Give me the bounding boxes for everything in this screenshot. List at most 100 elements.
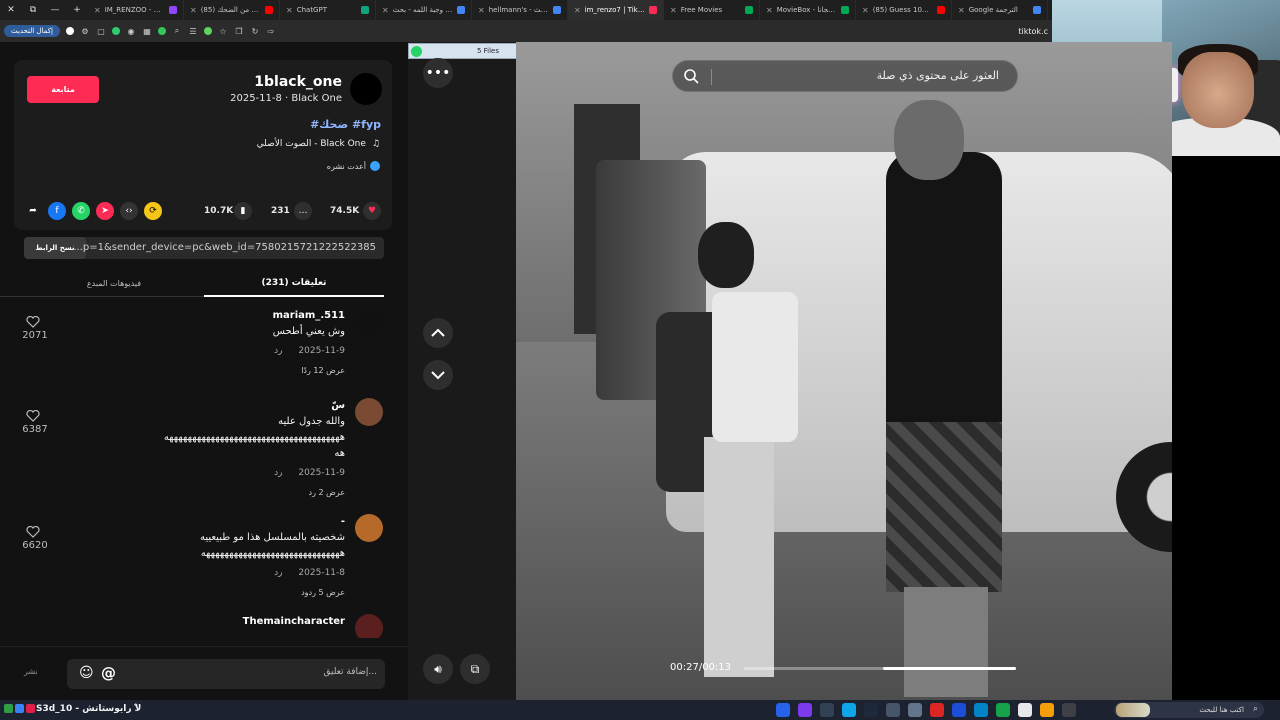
- emoji-icon[interactable]: ☺: [79, 665, 94, 681]
- app-icon[interactable]: [798, 703, 812, 717]
- browser-tab[interactable]: ✕ Free Movies: [664, 0, 760, 20]
- related-search-bar[interactable]: العثور على محتوى ذي صلة: [672, 60, 1018, 92]
- extension-green-icon[interactable]: [111, 27, 120, 35]
- tab-close-icon[interactable]: ✕: [862, 6, 869, 15]
- tab-close-icon[interactable]: ✕: [286, 6, 293, 15]
- copy-icon[interactable]: ❐: [234, 26, 244, 36]
- refresh-icon[interactable]: ↻: [250, 26, 260, 36]
- commenter-avatar[interactable]: [355, 308, 383, 336]
- telegram-icon[interactable]: ➤: [96, 202, 114, 220]
- mention-icon[interactable]: @: [101, 664, 116, 682]
- app-icon[interactable]: [15, 704, 24, 713]
- more-options-icon[interactable]: •••: [423, 58, 453, 88]
- browser-tab[interactable]: ✕ ChatGPT: [280, 0, 376, 20]
- back-icon[interactable]: ⇨: [266, 26, 276, 36]
- window-minimize-icon[interactable]: —: [44, 5, 66, 15]
- browser-tab[interactable]: ✕hellmann's - بحث Goog: [472, 0, 568, 20]
- tab-close-icon[interactable]: ✕: [766, 6, 773, 15]
- repost-icon[interactable]: ⟳: [144, 202, 162, 220]
- browser-tab[interactable]: ✕كتاكي وجبة اللمه - بحث: [376, 0, 472, 20]
- task-view-icon[interactable]: [1062, 703, 1076, 717]
- steam-icon[interactable]: [864, 703, 878, 717]
- commenter-name[interactable]: سّ: [331, 400, 345, 411]
- tab-creator-videos[interactable]: فيديوهات المبدع: [24, 270, 204, 297]
- tab-close-icon[interactable]: ✕: [382, 6, 389, 15]
- browser-tab[interactable]: ✕(85) Guess 101 Movies: [856, 0, 952, 20]
- taskbar-search[interactable]: اكتب هنا للبحث ⌕: [1114, 702, 1264, 718]
- post-comment-button[interactable]: نشر: [24, 667, 38, 676]
- author-avatar[interactable]: [350, 73, 382, 105]
- update-button[interactable]: إكمال التحديث: [4, 25, 60, 37]
- comment-input[interactable]: ☺ @ إضافة تعليق...: [67, 659, 385, 689]
- heart-outline-icon[interactable]: [26, 316, 40, 328]
- tab-close-icon[interactable]: ✕: [478, 6, 485, 15]
- video-progress-bar[interactable]: [744, 667, 1016, 670]
- embed-icon[interactable]: ‹›: [120, 202, 138, 220]
- profile-icon[interactable]: [65, 27, 74, 35]
- follow-button[interactable]: متابعة: [27, 76, 99, 103]
- commenter-name[interactable]: Themaincharacter: [243, 616, 345, 627]
- extension-icon[interactable]: ⚙: [80, 26, 90, 36]
- chevron-up-icon[interactable]: ⌃: [132, 703, 140, 713]
- address-bar[interactable]: tiktok.c: [1018, 27, 1048, 36]
- window-close-icon[interactable]: ✕: [0, 5, 22, 15]
- share-arrow-icon[interactable]: ➦: [24, 202, 42, 220]
- view-replies-button[interactable]: عرض 2 رد: [309, 488, 345, 497]
- search-icon[interactable]: ⌕: [172, 26, 182, 36]
- commenter-avatar[interactable]: [355, 514, 383, 542]
- music-row[interactable]: الصوت الأصلي - Black One ♫: [257, 139, 380, 149]
- browser-tab[interactable]: ✕MovieBox - مسلسلات مجانا: [760, 0, 856, 20]
- heart-outline-icon[interactable]: [26, 526, 40, 538]
- hashtags[interactable]: #ضحك #fyp: [310, 118, 381, 131]
- chrome-icon[interactable]: [996, 703, 1010, 717]
- reader-icon[interactable]: ☰: [188, 26, 198, 36]
- tab-close-icon[interactable]: ✕: [958, 6, 965, 15]
- commenter-name[interactable]: mariam_.511: [273, 310, 345, 321]
- heart-outline-icon[interactable]: [26, 410, 40, 422]
- whatsapp-icon[interactable]: ✆: [72, 202, 90, 220]
- browser-tab[interactable]: ✕ Google الترجمة: [952, 0, 1048, 20]
- star-icon[interactable]: ☆: [218, 26, 228, 36]
- view-replies-button[interactable]: عرض 12 ردًا: [301, 366, 345, 375]
- browser-tab[interactable]: ✕IM_RENZOO - Watch: [88, 0, 184, 20]
- extension-blue-icon[interactable]: ◉: [126, 26, 136, 36]
- app-icon[interactable]: [26, 704, 35, 713]
- video-player[interactable]: العثور على محتوى ذي صلة 00:27/00:13: [516, 42, 1172, 700]
- previous-video-button[interactable]: [423, 318, 453, 348]
- app-icon[interactable]: [974, 703, 988, 717]
- browser-tab[interactable]: ✕(85) ساعة من الضحك: [184, 0, 280, 20]
- folder-icon[interactable]: [1040, 703, 1054, 717]
- author-name[interactable]: 1black_one: [254, 74, 342, 90]
- tab-icon[interactable]: ▢: [96, 26, 106, 36]
- app-icon[interactable]: [1018, 703, 1032, 717]
- bookmark-icon[interactable]: ▮: [234, 202, 252, 220]
- app-icon[interactable]: [930, 703, 944, 717]
- taskbar-window-title[interactable]: S3d_10 - لا رايوستاتش: [36, 704, 141, 714]
- gear-icon[interactable]: [886, 703, 900, 717]
- browser-tab[interactable]: ✕ im_renzo7 | TikTok: [568, 0, 664, 20]
- app-icon[interactable]: [842, 703, 856, 717]
- app-icon[interactable]: [4, 704, 13, 713]
- battery-icon[interactable]: [203, 27, 212, 35]
- reply-button[interactable]: رد: [274, 468, 282, 478]
- app-icon[interactable]: [908, 703, 922, 717]
- comment-icon[interactable]: …: [294, 202, 312, 220]
- commenter-avatar[interactable]: [355, 614, 383, 638]
- next-video-button[interactable]: [423, 360, 453, 390]
- view-replies-button[interactable]: عرض 5 ردود: [301, 588, 345, 597]
- facebook-icon[interactable]: f: [48, 202, 66, 220]
- heart-icon[interactable]: ♥: [363, 202, 381, 220]
- tab-close-icon[interactable]: ✕: [190, 6, 197, 15]
- tab-comments[interactable]: تعليقات (231): [204, 270, 384, 297]
- picture-in-picture-icon[interactable]: ⧉: [460, 654, 490, 684]
- volume-icon[interactable]: 🔊︎: [423, 654, 453, 684]
- app-icon[interactable]: [952, 703, 966, 717]
- shield-icon[interactable]: [157, 27, 166, 35]
- share-link-text[interactable]: ...p=1&sender_device=pc&web_id=758021572…: [73, 242, 376, 253]
- tab-close-icon[interactable]: ✕: [670, 6, 677, 15]
- app-icon[interactable]: [776, 703, 790, 717]
- commenter-name[interactable]: -: [341, 516, 345, 527]
- tab-close-icon[interactable]: ✕: [574, 6, 581, 15]
- search-icon[interactable]: [683, 68, 699, 84]
- commenter-avatar[interactable]: [355, 398, 383, 426]
